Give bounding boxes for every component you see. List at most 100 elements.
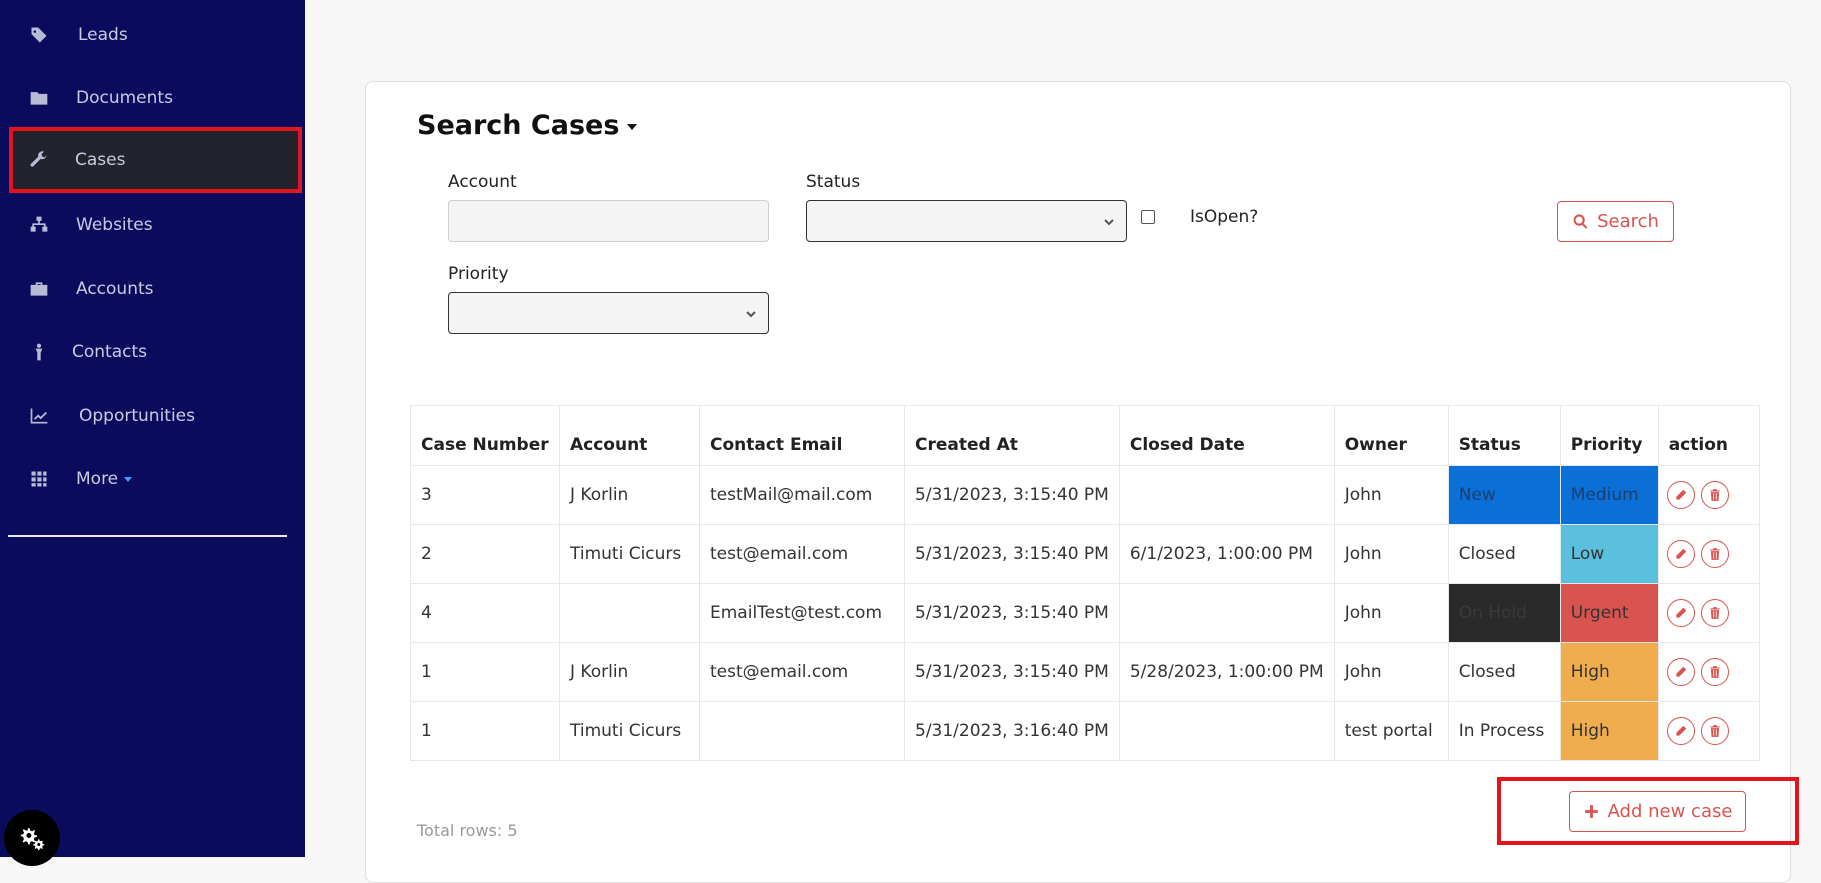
sidebar-item-label: Documents xyxy=(76,88,173,108)
trash-icon xyxy=(1710,607,1720,619)
delete-button[interactable] xyxy=(1700,599,1729,627)
search-icon xyxy=(1573,214,1588,229)
sidebar-item-opportunities[interactable]: Opportunities xyxy=(0,385,305,447)
cell-created: 5/31/2023, 3:15:40 PM xyxy=(904,465,1120,525)
page-title[interactable]: Search Cases xyxy=(417,110,638,141)
account-label: Account xyxy=(448,172,517,192)
delete-button[interactable] xyxy=(1700,481,1729,509)
add-new-case-label: Add new case xyxy=(1607,801,1733,822)
cell-closed xyxy=(1118,701,1335,761)
edit-button[interactable] xyxy=(1666,481,1695,509)
cell-priority: High xyxy=(1559,642,1659,702)
cell-owner: John xyxy=(1333,583,1449,643)
cell-owner: John xyxy=(1333,465,1449,525)
cell-case-number: 2 xyxy=(410,524,560,584)
cell-status: In Process xyxy=(1447,701,1561,761)
gears-icon xyxy=(20,828,45,851)
cell-priority: Urgent xyxy=(1559,583,1659,643)
cell-account: J Korlin xyxy=(559,642,700,702)
status-label: Status xyxy=(806,172,861,192)
cell-created: 5/31/2023, 3:15:40 PM xyxy=(904,583,1120,643)
cell-email: EmailTest@test.com xyxy=(699,583,905,643)
pencil-icon xyxy=(1676,607,1686,618)
cell-account xyxy=(559,583,700,643)
col-priority[interactable]: Priority xyxy=(1559,405,1659,466)
cell-owner: John xyxy=(1333,524,1449,584)
edit-button[interactable] xyxy=(1666,658,1695,686)
sidebar-divider xyxy=(8,535,287,537)
cell-email xyxy=(699,701,905,761)
sidebar-item-label: Cases xyxy=(75,150,126,170)
sidebar-item-label: Websites xyxy=(76,215,153,235)
sidebar-item-leads[interactable]: Leads xyxy=(0,4,305,66)
col-account[interactable]: Account xyxy=(559,405,700,466)
cell-owner: John xyxy=(1333,642,1449,702)
cell-created: 5/31/2023, 3:15:40 PM xyxy=(904,524,1120,584)
sidebar-item-documents[interactable]: Documents xyxy=(0,67,305,129)
sidebar-item-label: Contacts xyxy=(72,342,147,362)
cell-actions xyxy=(1657,701,1760,761)
account-input[interactable] xyxy=(448,200,769,242)
status-select[interactable] xyxy=(806,200,1127,242)
sidebar-item-websites[interactable]: Websites xyxy=(0,194,305,256)
wrench-icon xyxy=(28,149,50,171)
col-closed-date[interactable]: Closed Date xyxy=(1118,405,1335,466)
trash-icon xyxy=(1710,548,1720,560)
cell-account: Timuti Cicurs xyxy=(559,524,700,584)
table-row: 4 EmailTest@test.com 5/31/2023, 3:15:40 … xyxy=(410,583,1760,643)
table-row: 1 Timuti Cicurs 5/31/2023, 3:16:40 PM te… xyxy=(410,701,1760,761)
isopen-label: IsOpen? xyxy=(1190,207,1259,227)
cell-actions xyxy=(1657,583,1760,643)
cases-table: Case Number Account Contact Email Create… xyxy=(410,405,1760,761)
sidebar-item-more[interactable]: More xyxy=(0,448,305,510)
cell-email: testMail@mail.com xyxy=(699,465,905,525)
cell-created: 5/31/2023, 3:16:40 PM xyxy=(904,701,1120,761)
col-contact-email[interactable]: Contact Email xyxy=(699,405,905,466)
sitemap-icon xyxy=(28,214,50,236)
delete-button[interactable] xyxy=(1700,717,1729,745)
table-header-row: Case Number Account Contact Email Create… xyxy=(410,405,1760,466)
priority-label: Priority xyxy=(448,264,509,284)
settings-button[interactable] xyxy=(4,810,60,866)
person-icon xyxy=(28,341,50,363)
chevron-down-icon xyxy=(1102,214,1116,228)
isopen-checkbox[interactable] xyxy=(1141,210,1155,224)
col-status[interactable]: Status xyxy=(1447,405,1561,466)
priority-select[interactable] xyxy=(448,292,769,334)
sidebar-more-wrap: More xyxy=(76,469,133,489)
search-button[interactable]: Search xyxy=(1557,201,1674,242)
cell-created: 5/31/2023, 3:15:40 PM xyxy=(904,642,1120,702)
trash-icon xyxy=(1710,489,1720,501)
edit-button[interactable] xyxy=(1666,540,1695,568)
add-new-case-button[interactable]: Add new case xyxy=(1569,791,1746,832)
cell-closed: 5/28/2023, 1:00:00 PM xyxy=(1118,642,1335,702)
cell-case-number: 3 xyxy=(410,465,560,525)
briefcase-icon xyxy=(28,278,50,300)
sidebar-item-label: Opportunities xyxy=(79,406,195,426)
edit-button[interactable] xyxy=(1666,717,1695,745)
sidebar-item-accounts[interactable]: Accounts xyxy=(0,258,305,320)
cell-status: Closed xyxy=(1447,524,1561,584)
cell-closed: 6/1/2023, 1:00:00 PM xyxy=(1118,524,1335,584)
cell-case-number: 1 xyxy=(410,642,560,702)
chevron-down-icon xyxy=(627,123,638,130)
page-title-text: Search Cases xyxy=(417,110,620,141)
delete-button[interactable] xyxy=(1700,658,1729,686)
plus-icon xyxy=(1584,805,1598,818)
line-chart-icon xyxy=(28,405,50,427)
col-case-number[interactable]: Case Number xyxy=(410,405,560,466)
cell-account: J Korlin xyxy=(559,465,700,525)
cell-case-number: 4 xyxy=(410,583,560,643)
cell-case-number: 1 xyxy=(410,701,560,761)
col-created-at[interactable]: Created At xyxy=(904,405,1120,466)
table-row: 1 J Korlin test@email.com 5/31/2023, 3:1… xyxy=(410,642,1760,702)
sidebar-item-contacts[interactable]: Contacts xyxy=(0,321,305,383)
sidebar-item-cases[interactable]: Cases xyxy=(9,127,302,193)
cell-owner: test portal xyxy=(1333,701,1449,761)
col-owner[interactable]: Owner xyxy=(1333,405,1449,466)
folder-icon xyxy=(28,87,50,109)
table-row: 2 Timuti Cicurs test@email.com 5/31/2023… xyxy=(410,524,1760,584)
cell-closed xyxy=(1118,465,1335,525)
edit-button[interactable] xyxy=(1666,599,1695,627)
delete-button[interactable] xyxy=(1700,540,1729,568)
